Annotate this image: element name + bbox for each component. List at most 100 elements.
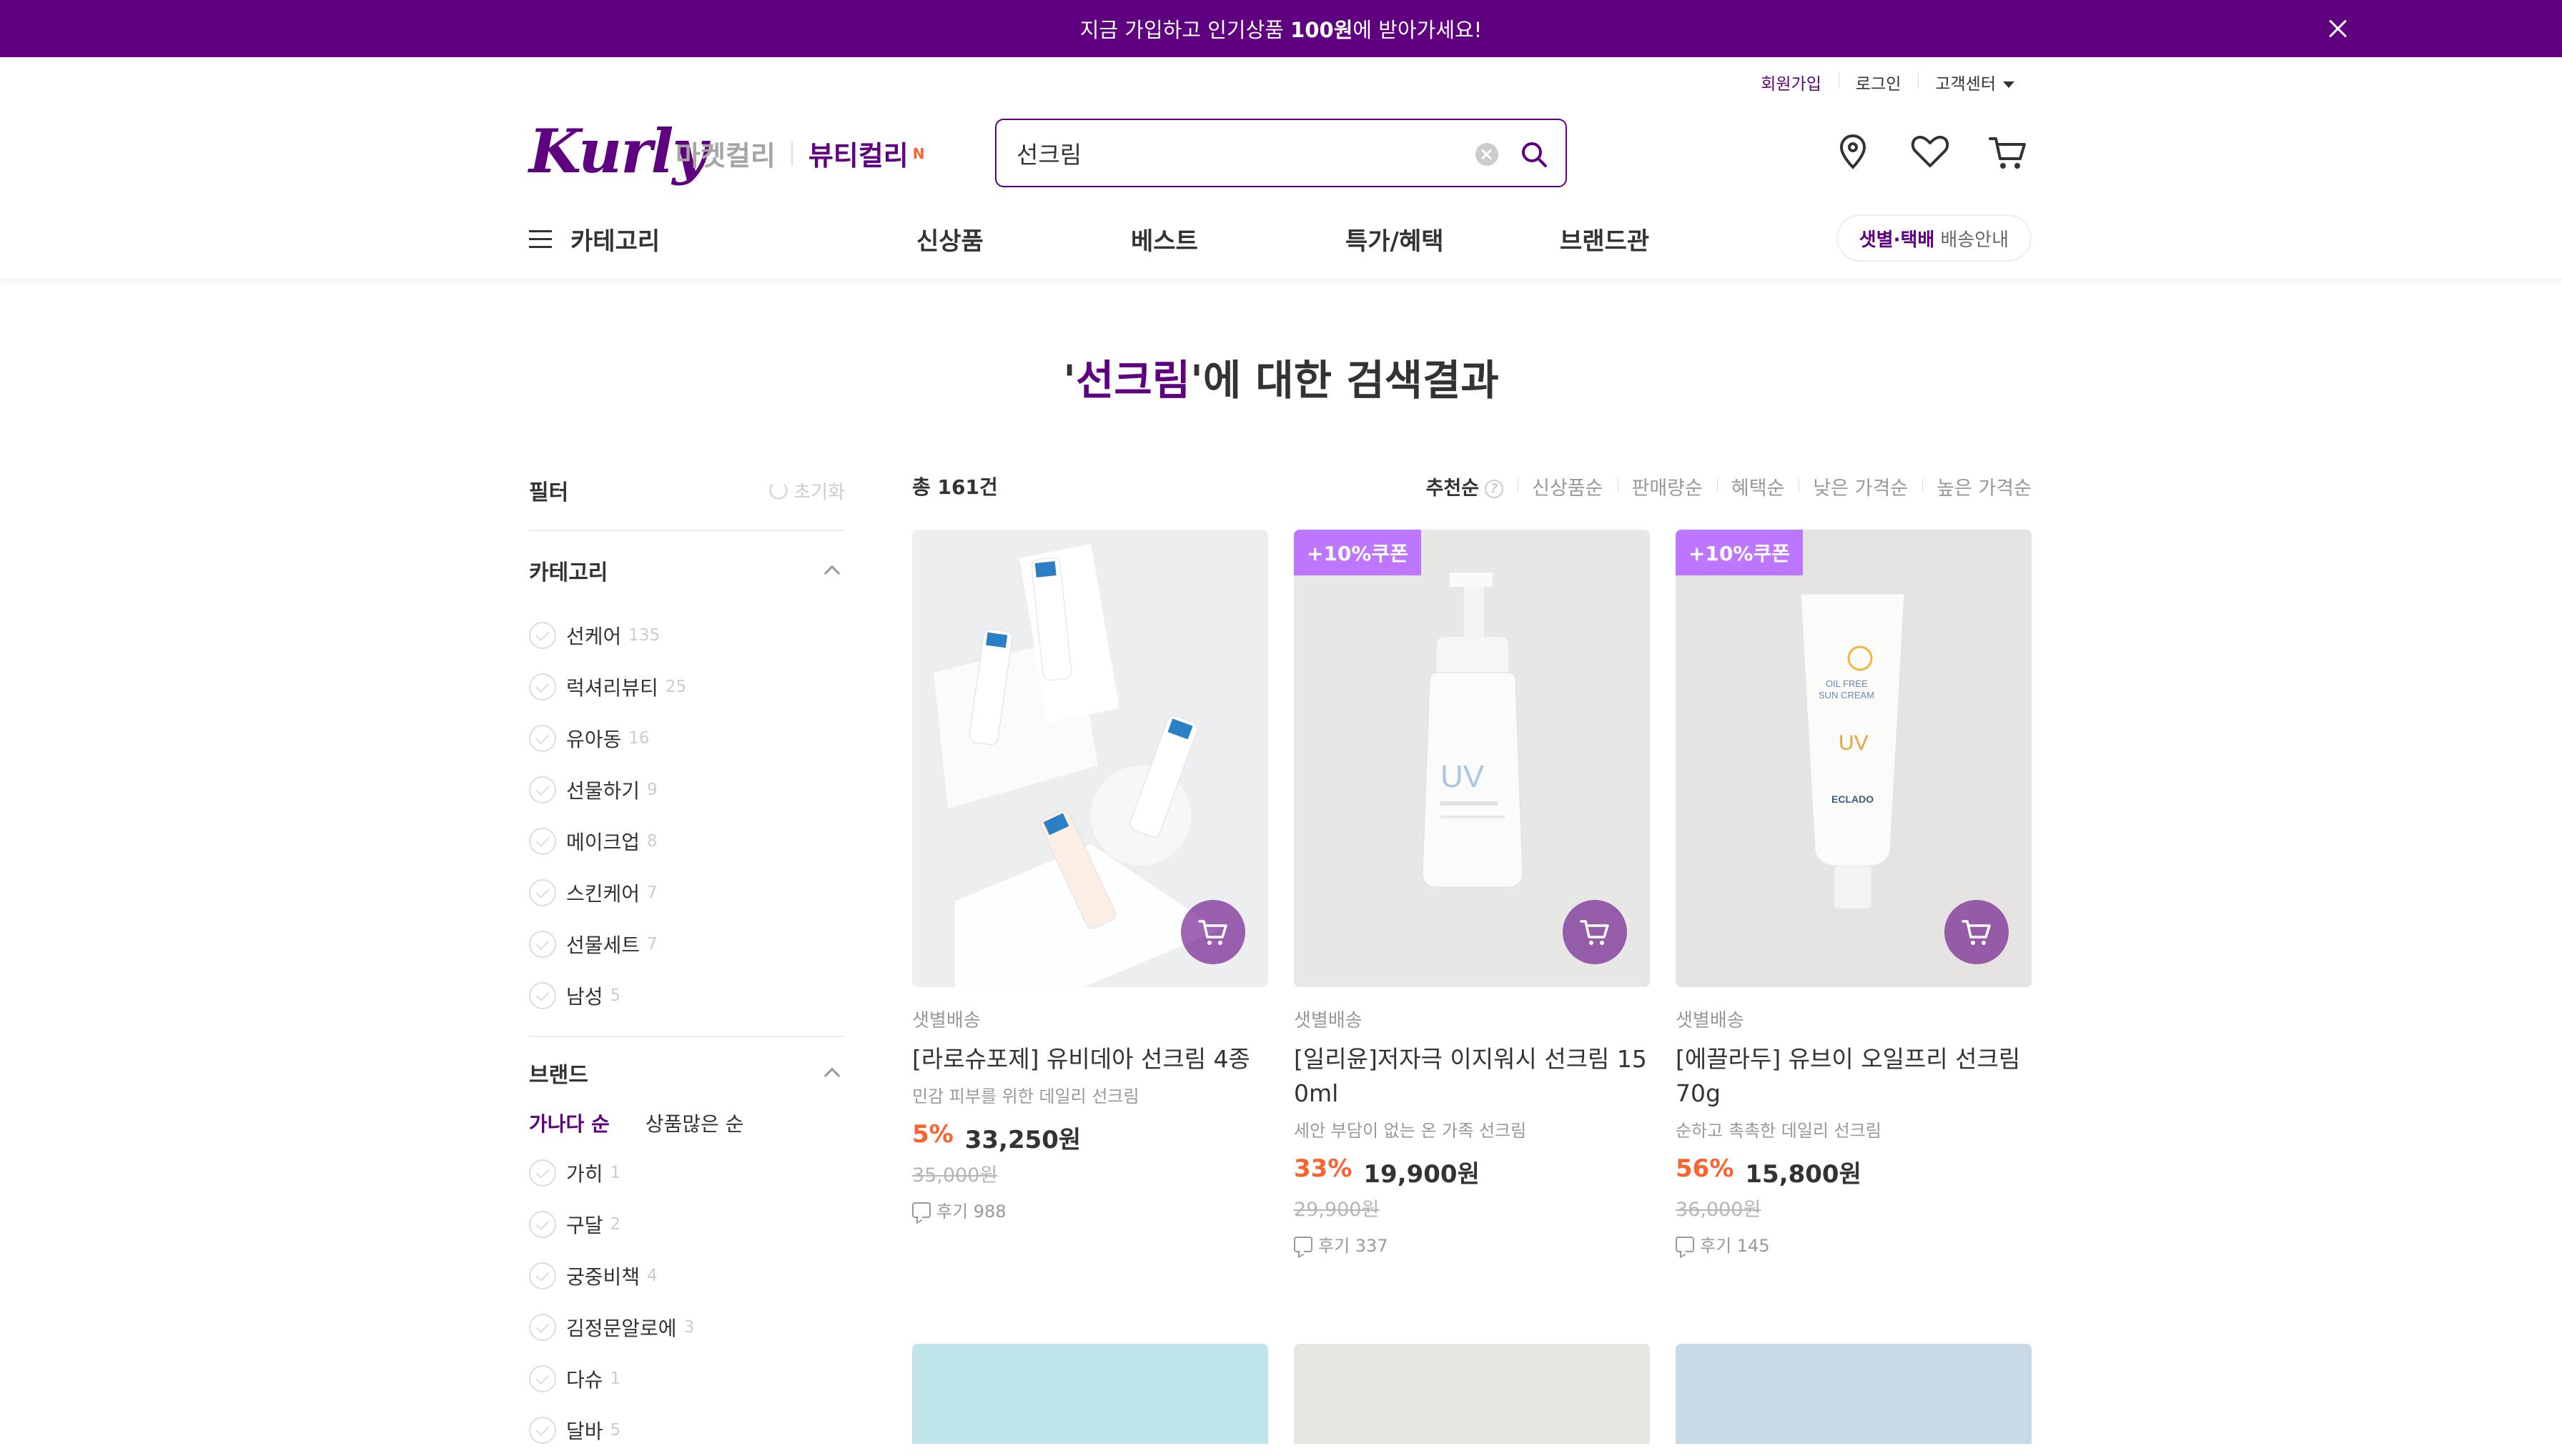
cart-icon (1580, 920, 1609, 945)
tab-beauty-kurly[interactable]: 뷰티컬리 (808, 134, 909, 173)
utility-menu: 회원가입 로그인 고객센터 (1744, 70, 2032, 94)
caret-down-icon (2003, 81, 2014, 88)
support-label: 고객센터 (1935, 75, 1996, 94)
search-input[interactable] (1017, 134, 1460, 172)
filter-option[interactable]: 럭셔리뷰티 25 (529, 661, 845, 713)
filter-option[interactable]: 김정문알로에 3 (529, 1302, 845, 1353)
filter-title: 필터 (529, 480, 569, 505)
product-image[interactable]: OIL FREE SUN CREAM UV ECLADO +10%쿠폰 (1676, 530, 2032, 987)
filter-option[interactable]: 궁중비책 4 (529, 1250, 845, 1302)
option-count: 8 (647, 832, 658, 851)
title-rest: '에 대한 검색결과 (1190, 356, 1499, 405)
delivery-text: 배송안내 (1940, 229, 2009, 251)
header-icons (1830, 129, 2030, 174)
filter-option[interactable]: 선물하기 9 (529, 764, 845, 816)
category-group-header[interactable]: 카테고리 (529, 531, 845, 610)
sort-recommended[interactable]: 추천순? (1412, 472, 1518, 500)
add-to-cart-button[interactable] (1181, 900, 1245, 964)
brand-tabs: 마켓컬리 뷰티컬리 N (676, 134, 924, 173)
option-count: 7 (647, 935, 658, 954)
heart-icon[interactable] (1907, 129, 1953, 174)
option-label: 가히 (566, 1162, 603, 1186)
product-image[interactable] (912, 530, 1268, 987)
menu-new[interactable]: 신상품 (916, 222, 1131, 257)
filter-option[interactable]: 메이크업 8 (529, 816, 845, 867)
sort-price-low[interactable]: 낮은 가격순 (1799, 472, 1922, 500)
add-to-cart-button[interactable] (1944, 900, 2009, 964)
add-to-cart-button[interactable] (1563, 900, 1627, 964)
sort-price-high[interactable]: 높은 가격순 (1922, 472, 2032, 500)
chevron-up-icon (824, 565, 841, 582)
sort-benefit[interactable]: 혜택순 (1716, 472, 1799, 500)
location-pin-icon[interactable] (1830, 129, 1876, 174)
promo-banner[interactable]: 지금 가입하고 인기상품 100원 에 받아가세요! (0, 0, 2562, 57)
option-count: 5 (610, 986, 621, 1005)
option-label: 궁중비책 (566, 1265, 640, 1289)
divider (791, 141, 793, 166)
total-count: 총 161건 (912, 475, 998, 499)
sale-price: 33,250원 (964, 1126, 1082, 1154)
promo-text-post: 에 받아가세요! (1352, 18, 1483, 42)
product-card[interactable]: OIL FREE SUN CREAM UV ECLADO +10%쿠폰 샛별배송… (1676, 530, 2032, 1257)
filter-option[interactable]: 남성 5 (529, 970, 845, 1021)
menu-brands[interactable]: 브랜드관 (1560, 222, 1774, 257)
svg-text:OIL FREE: OIL FREE (1826, 678, 1868, 689)
cart-icon[interactable] (1984, 129, 2030, 174)
filter-option[interactable]: 구달 2 (529, 1199, 845, 1250)
product-name[interactable]: [에끌라두] 유브이 오일프리 선크림 70g (1676, 1042, 2032, 1111)
support-menu[interactable]: 고객센터 (1918, 70, 2032, 94)
option-label: 다슈 (566, 1368, 603, 1392)
product-image[interactable] (1294, 1344, 1650, 1444)
product-name[interactable]: [라로슈포제] 유비데아 선크림 4종 (912, 1042, 1268, 1076)
reset-button[interactable]: 초기화 (769, 477, 845, 504)
product-name[interactable]: [일리윤]저자극 이지워시 선크림 150ml (1294, 1042, 1650, 1111)
product-card[interactable]: 샛별배송 [라로슈포제] 유비데아 선크림 4종 민감 피부를 위한 데일리 선… (912, 530, 1268, 1222)
listing-topbar: 총 161건 추천순? 신상품순 판매량순 혜택순 낮은 가격순 높은 가격순 (912, 472, 2032, 500)
filter-option[interactable]: 선케어 135 (529, 610, 845, 661)
brand-sort-alpha[interactable]: 가나다 순 (529, 1109, 610, 1137)
brand-sort-count[interactable]: 상품많은 순 (646, 1109, 744, 1137)
delivery-type: 샛별배송 (912, 1010, 981, 1031)
sort-newest[interactable]: 신상품순 (1518, 472, 1617, 500)
product-card[interactable]: UV +10%쿠폰 샛별배송 [일리윤]저자극 이지워시 선크림 150ml 세… (1294, 530, 1650, 1257)
option-label: 선케어 (566, 625, 622, 648)
page-title: '선크림'에 대한 검색결과 (0, 347, 2562, 407)
comment-icon (912, 1202, 931, 1218)
original-price: 36,000원 (1676, 1199, 1761, 1221)
menu-best[interactable]: 베스트 (1131, 222, 1345, 257)
signup-link[interactable]: 회원가입 (1744, 70, 1839, 94)
refresh-icon (769, 481, 788, 500)
brand-group-header[interactable]: 브랜드 (529, 1037, 845, 1109)
check-icon (529, 776, 556, 803)
product-image[interactable]: UV +10%쿠폰 (1294, 530, 1650, 987)
sort-sales[interactable]: 판매량순 (1617, 472, 1717, 500)
search-icon[interactable] (1517, 137, 1551, 172)
option-count: 9 (647, 781, 658, 799)
chevron-up-icon (824, 1067, 841, 1084)
product-image[interactable] (912, 1344, 1268, 1444)
login-link[interactable]: 로그인 (1838, 70, 1918, 94)
filter-option[interactable]: 다슈 1 (529, 1353, 845, 1405)
filter-option[interactable]: 가히 1 (529, 1147, 845, 1199)
product-image[interactable] (1676, 1344, 2032, 1444)
tab-market-kurly[interactable]: 마켓컬리 (676, 134, 776, 173)
coupon-badge: +10%쿠폰 (1676, 530, 1804, 575)
filter-option[interactable]: 스킨케어 7 (529, 867, 845, 918)
site-header: 회원가입 로그인 고객센터 Kurly 마켓컬리 뷰티컬리 N 선크림 카테고리… (0, 57, 2562, 280)
check-icon (529, 1262, 556, 1289)
review-label: 후기 145 (1700, 1236, 1770, 1256)
menu-deals[interactable]: 특가/혜택 (1345, 222, 1560, 257)
help-icon[interactable]: ? (1485, 480, 1504, 498)
original-price: 35,000원 (912, 1164, 998, 1187)
svg-text:SUN CREAM: SUN CREAM (1819, 690, 1874, 700)
option-count: 16 (628, 729, 650, 748)
check-icon (529, 828, 556, 855)
price-row: 5% 33,250원 (912, 1120, 1268, 1155)
clear-search-icon[interactable] (1475, 143, 1498, 166)
filter-option[interactable]: 선물세트 7 (529, 918, 845, 970)
category-menu[interactable]: 카테고리 (529, 222, 660, 257)
filter-option[interactable]: 달바 5 (529, 1405, 845, 1456)
delivery-info-button[interactable]: 샛별·택배 배송안내 (1836, 214, 2032, 262)
close-icon[interactable] (2323, 14, 2352, 43)
filter-option[interactable]: 유아동 16 (529, 713, 845, 764)
